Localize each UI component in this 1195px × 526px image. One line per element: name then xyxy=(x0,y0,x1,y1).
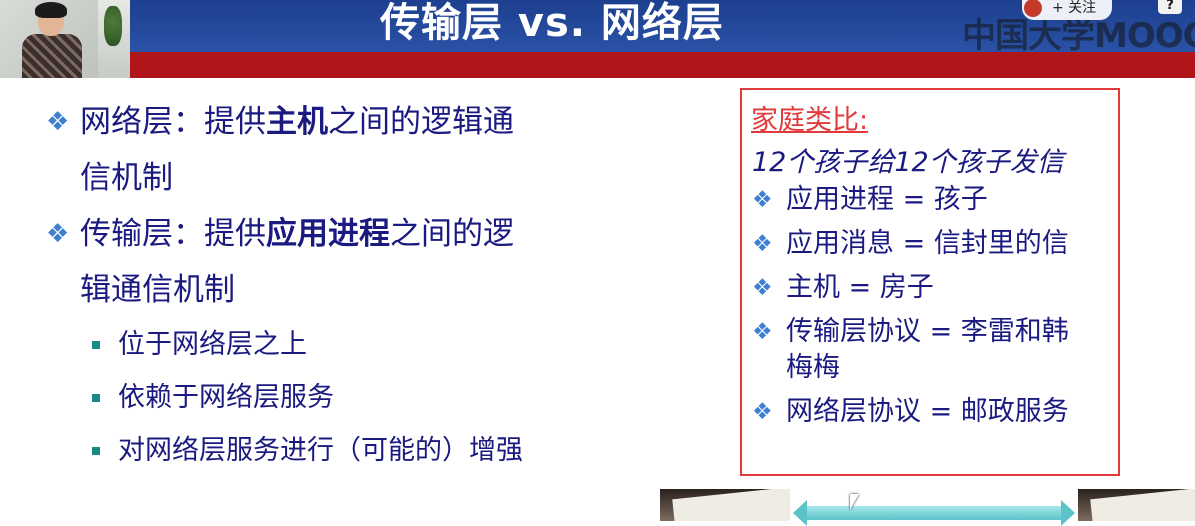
diamond-bullet-icon: ❖ xyxy=(752,187,773,213)
analogy-item: ❖ 传输层协议 = 李雷和韩 梅梅 xyxy=(752,316,1069,383)
analogy-item: ❖ 应用消息 = 信封里的信 xyxy=(752,226,1112,262)
square-bullet-icon xyxy=(92,341,100,349)
slide-title: 传输层 vs. 网络层 xyxy=(380,0,724,46)
analogy-box: 家庭类比: 12个孩子给12个孩子发信 ❖ 应用进程 = 孩子 ❖ 应用消息 = 信… xyxy=(740,88,1120,476)
analogy-list: ❖ 应用进程 = 孩子 ❖ 应用消息 = 信封里的信 ❖ 主机 = 房子 ❖ 传输层协议… xyxy=(752,182,1112,438)
diamond-bullet-icon: ❖ xyxy=(46,219,70,249)
square-bullet-icon xyxy=(92,394,100,402)
bullet-network-layer: ❖ 网络层：提供主机之间的逻辑通 信机制 xyxy=(46,94,606,206)
follow-label: + 关注 xyxy=(1052,0,1097,16)
sub-bullet: 对网络层服务进行（可能的）增强 xyxy=(46,424,606,477)
letter-photo-left xyxy=(660,489,790,521)
analogy-title: 家庭类比: xyxy=(751,105,869,136)
cursor-icon xyxy=(850,494,859,510)
analogy-item: ❖ 主机 = 房子 xyxy=(752,270,1112,306)
diamond-bullet-icon: ❖ xyxy=(752,275,773,301)
diamond-bullet-icon: ❖ xyxy=(752,399,773,425)
slide-header: 传输层 vs. 网络层 中国大学MOOC + 关注 ? xyxy=(0,0,1195,78)
sub-bullet: 依赖于网络层服务 xyxy=(46,371,606,424)
diamond-bullet-icon: ❖ xyxy=(752,231,773,257)
bottom-illustration xyxy=(660,489,1195,526)
diamond-bullet-icon: ❖ xyxy=(46,107,70,137)
main-bullets: ❖ 网络层：提供主机之间的逻辑通 信机制 ❖ 传输层：提供应用进程之间的逻 辑通… xyxy=(46,94,606,477)
double-arrow xyxy=(793,500,1075,526)
letter-photo-right xyxy=(1078,489,1195,521)
follow-button[interactable]: + 关注 xyxy=(1022,0,1112,20)
diamond-bullet-icon: ❖ xyxy=(752,319,773,345)
avatar-icon xyxy=(1024,0,1042,17)
help-icon[interactable]: ? xyxy=(1158,0,1182,14)
square-bullet-icon xyxy=(92,447,100,455)
analogy-subtitle: 12个孩子给12个孩子发信 xyxy=(752,147,1064,178)
bullet-transport-layer: ❖ 传输层：提供应用进程之间的逻 辑通信机制 xyxy=(46,206,606,318)
sub-bullet: 位于网络层之上 xyxy=(46,318,606,371)
analogy-item: ❖ 网络层协议 = 邮政服务 xyxy=(752,394,1112,430)
analogy-item: ❖ 应用进程 = 孩子 xyxy=(752,182,1112,218)
webcam-thumbnail xyxy=(0,0,130,78)
